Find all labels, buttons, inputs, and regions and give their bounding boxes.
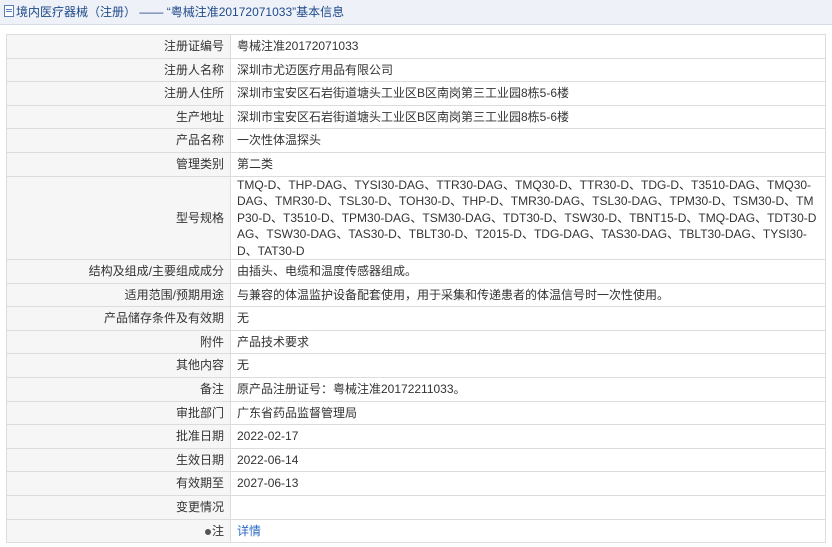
row-label: 注册证编号 <box>6 34 231 59</box>
row-value: TMQ-D、THP-DAG、TYSI30-DAG、TTR30-DAG、TMQ30… <box>230 175 826 261</box>
table-row: 型号规格 TMQ-D、THP-DAG、TYSI30-DAG、TTR30-DAG、T… <box>6 175 826 261</box>
row-value: 深圳市尤迈医疗用品有限公司 <box>230 57 826 83</box>
table-row: 变更情况 <box>6 495 826 520</box>
row-value: 第二类 <box>230 151 826 177</box>
row-value: 深圳市宝安区石岩街道塘头工业区B区南岗第三工业园8栋5-6楼 <box>230 81 826 106</box>
row-label: 型号规格 <box>6 175 231 261</box>
info-table: 注册证编号 粤械注准20172071033 注册人名称 深圳市尤迈医疗用品有限公司 … <box>6 34 826 544</box>
page-title: “粤械注准20172071033”基本信息 <box>166 5 345 19</box>
table-row: 生产地址 深圳市宝安区石岩街道塘头工业区B区南岗第三工业园8栋5-6楼 <box>6 104 826 130</box>
header-category: 境内医疗器械（注册） <box>16 5 137 19</box>
row-value: 无 <box>230 306 826 331</box>
row-value: 产品技术要求 <box>230 329 826 355</box>
table-row: 生效日期 2022-06-14 <box>6 447 826 473</box>
pin-icon <box>204 528 211 535</box>
table-row: 注册人名称 深圳市尤迈医疗用品有限公司 <box>6 57 826 83</box>
row-label: 有效期至 <box>6 471 231 496</box>
page-header: 境内医疗器械（注册） —— “粤械注准20172071033”基本信息 <box>0 0 832 25</box>
row-value: 2022-06-14 <box>230 447 826 473</box>
table-row: 适用范围/预期用途 与兼容的体温监护设备配套使用，用于采集和传递患者的体温信号时一… <box>6 282 826 308</box>
table-row: 结构及组成/主要组成成分 由插头、电缆和温度传感器组成。 <box>6 259 826 284</box>
row-value: 2027-06-13 <box>230 471 826 496</box>
row-label: 生效日期 <box>6 447 231 473</box>
row-label: 其他内容 <box>6 353 231 379</box>
row-value: 2022-02-17 <box>230 424 826 449</box>
table-row: 注册人住所 深圳市宝安区石岩街道塘头工业区B区南岗第三工业园8栋5-6楼 <box>6 81 826 106</box>
row-value: 详情 <box>230 518 826 544</box>
table-row: 备注 原产品注册证号：粤械注准20172211033。 <box>6 377 826 402</box>
row-label: 结构及组成/主要组成成分 <box>6 259 231 284</box>
row-label: 产品名称 <box>6 128 231 153</box>
row-label: 注 <box>6 518 231 544</box>
row-label: 生产地址 <box>6 104 231 130</box>
row-value: 原产品注册证号：粤械注准20172211033。 <box>230 377 826 402</box>
table-row: 注册证编号 粤械注准20172071033 <box>6 34 826 59</box>
row-label: 适用范围/预期用途 <box>6 282 231 308</box>
row-label: 产品储存条件及有效期 <box>6 306 231 331</box>
row-value: 由插头、电缆和温度传感器组成。 <box>230 259 826 284</box>
row-label: 批准日期 <box>6 424 231 449</box>
row-value: 广东省药品监督管理局 <box>230 400 826 426</box>
table-row: 注 详情 <box>6 518 826 544</box>
document-icon <box>4 5 14 17</box>
row-label: 变更情况 <box>6 495 231 520</box>
table-row: 附件 产品技术要求 <box>6 329 826 355</box>
row-value: 深圳市宝安区石岩街道塘头工业区B区南岗第三工业园8栋5-6楼 <box>230 104 826 130</box>
table-row: 有效期至 2027-06-13 <box>6 471 826 496</box>
row-label: 注册人名称 <box>6 57 231 83</box>
table-row: 审批部门 广东省药品监督管理局 <box>6 400 826 426</box>
row-value <box>230 495 826 520</box>
row-label: 注册人住所 <box>6 81 231 106</box>
row-label: 备注 <box>6 377 231 402</box>
table-row: 管理类别 第二类 <box>6 151 826 177</box>
table-row: 批准日期 2022-02-17 <box>6 424 826 449</box>
details-link[interactable]: 详情 <box>237 524 261 538</box>
header-separator: —— <box>139 5 164 19</box>
table-row: 其他内容无 <box>6 353 826 379</box>
row-label: 审批部门 <box>6 400 231 426</box>
row-value: 无 <box>230 353 826 379</box>
table-row: 产品名称 一次性体温探头 <box>6 128 826 153</box>
row-value: 与兼容的体温监护设备配套使用，用于采集和传递患者的体温信号时一次性使用。 <box>230 282 826 308</box>
table-row: 产品储存条件及有效期无 <box>6 306 826 331</box>
row-value: 一次性体温探头 <box>230 128 826 153</box>
row-label: 管理类别 <box>6 151 231 177</box>
row-value: 粤械注准20172071033 <box>230 34 826 59</box>
note-label: 注 <box>211 523 224 538</box>
row-label: 附件 <box>6 329 231 355</box>
info-table-wrapper: 注册证编号 粤械注准20172071033 注册人名称 深圳市尤迈医疗用品有限公司 … <box>6 34 826 544</box>
